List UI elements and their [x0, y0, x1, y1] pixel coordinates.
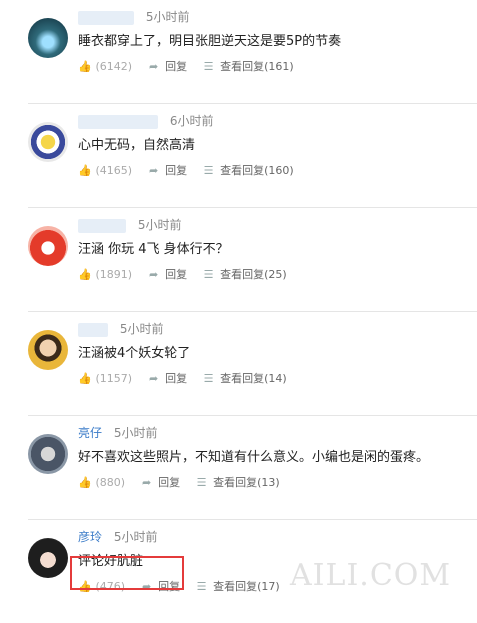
- like-count: (4165): [95, 164, 133, 177]
- highlight-box: [70, 556, 184, 590]
- list-icon: ☰: [203, 60, 214, 73]
- username-blurred[interactable]: [78, 10, 134, 25]
- list-icon: ☰: [203, 372, 214, 385]
- avatar[interactable]: [28, 538, 68, 578]
- comment-item: 5小时前 睡衣都穿上了，明目张胆逆天这是要5P的节奏 👍 (6142) ➦ 回复…: [28, 0, 477, 104]
- comment-meta: 6小时前: [78, 112, 213, 130]
- arrow-reply-icon: ➦: [148, 60, 159, 73]
- view-replies-label: 查看回复(161): [220, 60, 294, 73]
- comment-text: 心中无码，自然高清: [78, 138, 196, 153]
- list-icon: ☰: [196, 476, 207, 489]
- comment-actions: 👍 (4165) ➦ 回复 ☰ 查看回复(160): [78, 162, 306, 178]
- thumbs-up-icon: 👍: [78, 268, 92, 281]
- view-replies-button[interactable]: ☰ 查看回复(161): [203, 58, 294, 74]
- comment-time: 5小时前: [145, 10, 190, 24]
- username[interactable]: 亮仔: [78, 426, 102, 440]
- avatar[interactable]: [28, 122, 68, 162]
- comment-time: 5小时前: [113, 530, 158, 544]
- view-replies-button[interactable]: ☰ 查看回复(14): [203, 370, 287, 386]
- avatar[interactable]: [28, 226, 68, 266]
- like-button[interactable]: 👍 (6142): [78, 60, 132, 73]
- like-count: (6142): [95, 60, 133, 73]
- like-button[interactable]: 👍 (4165): [78, 164, 132, 177]
- reply-label: 回复: [165, 372, 188, 385]
- arrow-reply-icon: ➦: [148, 164, 159, 177]
- reply-label: 回复: [158, 476, 181, 489]
- like-count: (880): [95, 476, 126, 489]
- view-replies-label: 查看回复(25): [220, 268, 287, 281]
- reply-button[interactable]: ➦ 回复: [141, 474, 181, 490]
- comment-time: 5小时前: [137, 218, 182, 232]
- username-blurred[interactable]: [78, 114, 158, 129]
- comment-meta: 5小时前: [78, 216, 181, 234]
- arrow-reply-icon: ➦: [148, 372, 159, 385]
- view-replies-button[interactable]: ☰ 查看回复(13): [196, 474, 280, 490]
- like-button[interactable]: 👍 (1157): [78, 372, 132, 385]
- username-blurred[interactable]: [78, 322, 108, 337]
- list-icon: ☰: [203, 164, 214, 177]
- view-replies-label: 查看回复(13): [213, 476, 280, 489]
- view-replies-button[interactable]: ☰ 查看回复(17): [196, 578, 280, 594]
- comment-meta: 亮仔 5小时前: [78, 424, 157, 442]
- view-replies-button[interactable]: ☰ 查看回复(25): [203, 266, 287, 282]
- like-button[interactable]: 👍 (1891): [78, 268, 132, 281]
- comment-item: 5小时前 汪涵 你玩 4飞 身体行不？ 👍 (1891) ➦ 回复 ☰ 查看回复…: [28, 208, 477, 312]
- list-icon: ☰: [196, 580, 207, 593]
- arrow-reply-icon: ➦: [148, 268, 159, 281]
- watermark: AILI.COM: [290, 558, 452, 593]
- thumbs-up-icon: 👍: [78, 60, 92, 73]
- comment-time: 6小时前: [169, 114, 214, 128]
- reply-button[interactable]: ➦ 回复: [148, 58, 188, 74]
- reply-button[interactable]: ➦ 回复: [148, 370, 188, 386]
- comment-actions: 👍 (1157) ➦ 回复 ☰ 查看回复(14): [78, 370, 299, 386]
- view-replies-label: 查看回复(14): [220, 372, 287, 385]
- reply-label: 回复: [165, 268, 188, 281]
- reply-label: 回复: [165, 60, 188, 73]
- comment-time: 5小时前: [119, 322, 164, 336]
- like-count: (1157): [95, 372, 133, 385]
- avatar[interactable]: [28, 18, 68, 58]
- thumbs-up-icon: 👍: [78, 164, 92, 177]
- thumbs-up-icon: 👍: [78, 372, 92, 385]
- username[interactable]: 彦玲: [78, 530, 102, 544]
- comment-actions: 👍 (880) ➦ 回复 ☰ 查看回复(13): [78, 474, 292, 490]
- comment-meta: 5小时前: [78, 8, 189, 26]
- like-count: (1891): [95, 268, 133, 281]
- like-button[interactable]: 👍 (880): [78, 476, 125, 489]
- arrow-reply-icon: ➦: [141, 476, 152, 489]
- avatar[interactable]: [28, 330, 68, 370]
- view-replies-button[interactable]: ☰ 查看回复(160): [203, 162, 294, 178]
- comment-meta: 彦玲 5小时前: [78, 528, 157, 546]
- reply-label: 回复: [165, 164, 188, 177]
- comment-text: 好不喜欢这些照片，不知道有什么意义。小编也是闲的蛋疼。: [78, 450, 430, 465]
- comment-meta: 5小时前: [78, 320, 163, 338]
- reply-button[interactable]: ➦ 回复: [148, 266, 188, 282]
- list-icon: ☰: [203, 268, 214, 281]
- comment-actions: 👍 (1891) ➦ 回复 ☰ 查看回复(25): [78, 266, 299, 282]
- comment-text: 汪涵被4个妖女轮了: [78, 346, 191, 361]
- avatar[interactable]: [28, 434, 68, 474]
- comment-text: 睡衣都穿上了，明目张胆逆天这是要5P的节奏: [78, 34, 342, 49]
- thumbs-up-icon: 👍: [78, 476, 92, 489]
- view-replies-label: 查看回复(17): [213, 580, 280, 593]
- view-replies-label: 查看回复(160): [220, 164, 294, 177]
- comment-time: 5小时前: [113, 426, 158, 440]
- comment-item: 6小时前 心中无码，自然高清 👍 (4165) ➦ 回复 ☰ 查看回复(160): [28, 104, 477, 208]
- comment-text: 汪涵 你玩 4飞 身体行不？: [78, 242, 229, 257]
- comment-item: 亮仔 5小时前 好不喜欢这些照片，不知道有什么意义。小编也是闲的蛋疼。 👍 (8…: [28, 416, 477, 520]
- comment-item: 5小时前 汪涵被4个妖女轮了 👍 (1157) ➦ 回复 ☰ 查看回复(14): [28, 312, 477, 416]
- reply-button[interactable]: ➦ 回复: [148, 162, 188, 178]
- comment-actions: 👍 (6142) ➦ 回复 ☰ 查看回复(161): [78, 58, 306, 74]
- username-blurred[interactable]: [78, 218, 126, 233]
